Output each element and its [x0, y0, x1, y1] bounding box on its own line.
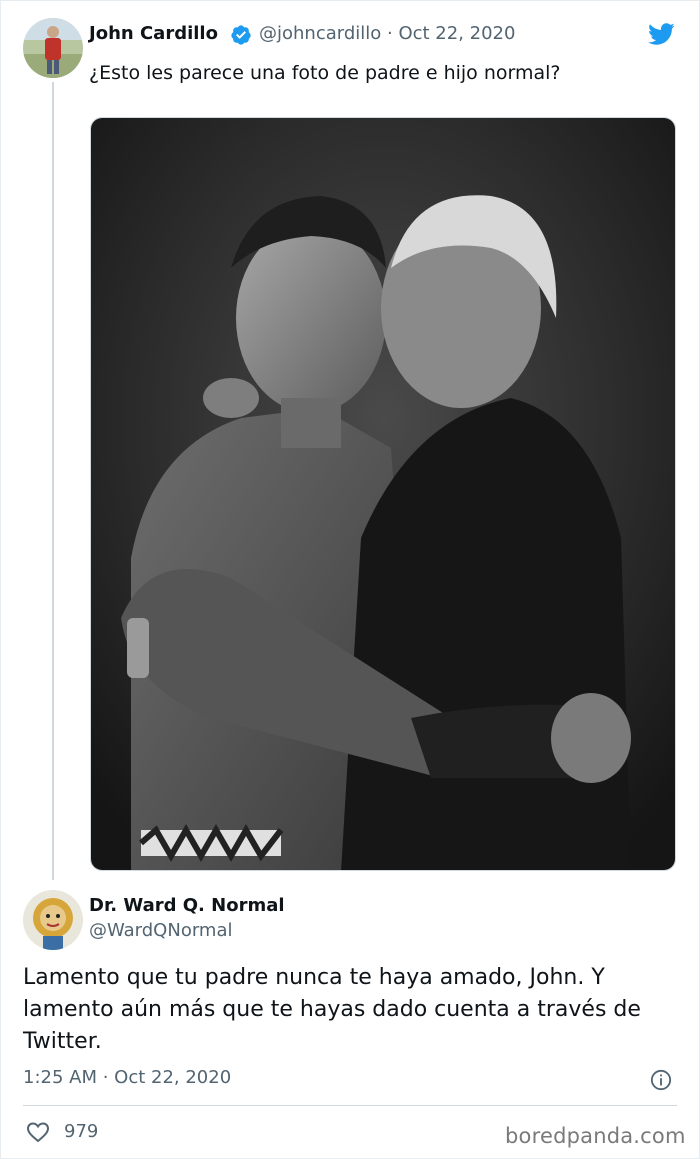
original-tweet-text: ¿Esto les parece una foto de padre e hij…	[89, 62, 561, 84]
action-bar-divider	[23, 1105, 677, 1106]
reply-author-handle[interactable]: @WardQNormal	[89, 920, 232, 941]
verified-badge-icon	[231, 25, 251, 45]
author-handle-and-date[interactable]: @johncardillo · Oct 22, 2020	[259, 23, 515, 44]
watermark: boredpanda.com	[505, 1124, 686, 1148]
author-avatar-john-cardillo[interactable]	[23, 18, 83, 78]
author-avatar-ward-q-normal[interactable]	[23, 890, 83, 950]
reply-tweet-text: Lamento que tu padre nunca te haya amado…	[23, 965, 641, 1054]
heart-icon[interactable]	[26, 1120, 50, 1144]
thread-connector-line	[52, 82, 54, 880]
tweet-photo[interactable]	[90, 117, 676, 871]
reply-timestamp[interactable]: 1:25 AM · Oct 22, 2020	[23, 1067, 231, 1088]
author-name[interactable]: John Cardillo	[89, 23, 218, 44]
info-icon[interactable]	[650, 1069, 672, 1091]
like-count[interactable]: 979	[64, 1121, 98, 1142]
twitter-bird-icon[interactable]	[645, 20, 677, 48]
reply-author-name[interactable]: Dr. Ward Q. Normal	[89, 895, 285, 916]
